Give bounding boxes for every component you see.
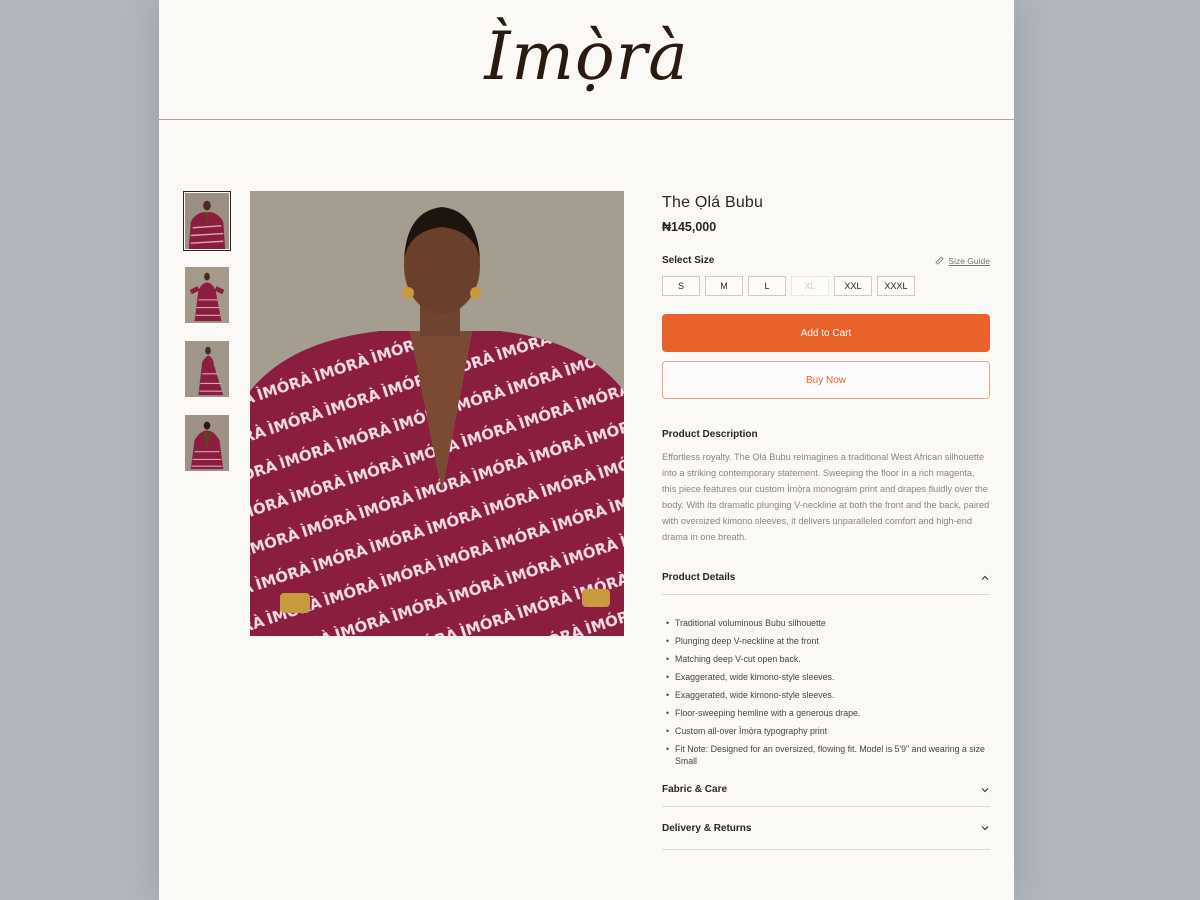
thumbnail-4[interactable]: [183, 413, 231, 473]
size-option-s[interactable]: S: [662, 276, 700, 296]
thumbnail-list: [183, 191, 231, 487]
product-page: Ìmọ̀rà The Ọlá Bubu ₦145,000 Select Size…: [159, 0, 1014, 900]
size-label: Select Size: [662, 255, 715, 266]
fabric-care-toggle[interactable]: Fabric & Care: [662, 773, 990, 807]
delivery-returns-toggle[interactable]: Delivery & Returns: [662, 807, 990, 850]
product-price: ₦145,000: [662, 220, 717, 234]
size-option-xxl[interactable]: XXL: [834, 276, 872, 296]
size-option-xl: XL: [791, 276, 829, 296]
delivery-returns-title: Delivery & Returns: [662, 822, 752, 834]
ruler-icon: [935, 256, 945, 265]
model-back-image: [185, 415, 229, 471]
size-option-xxxl[interactable]: XXXL: [877, 276, 915, 296]
product-title: The Ọlá Bubu: [662, 194, 764, 211]
list-item: Plunging deep V-neckline at the front: [662, 635, 990, 647]
model-side-image: [185, 341, 229, 397]
chevron-up-icon: [981, 575, 989, 580]
model-front-image: [185, 193, 229, 249]
thumbnail-1[interactable]: [183, 191, 231, 251]
thumbnail-2[interactable]: [183, 265, 231, 325]
size-options: S M L XL XXL XXXL: [662, 276, 990, 296]
size-guide-link[interactable]: Size Guide: [935, 256, 990, 266]
size-option-l[interactable]: L: [748, 276, 786, 296]
product-details-toggle[interactable]: Product Details: [662, 561, 990, 595]
product-info: The Ọlá Bubu ₦145,000 Select Size Size G…: [662, 191, 990, 850]
site-header: Ìmọ̀rà: [159, 0, 1014, 120]
model-full-image: [185, 267, 229, 323]
chevron-down-icon: [981, 787, 989, 792]
model-portrait-image: ÌMÓRÀ: [250, 191, 624, 636]
fabric-care-title: Fabric & Care: [662, 784, 728, 795]
buy-now-button[interactable]: Buy Now: [662, 361, 990, 399]
description-text: Effortless royalty. The Ọlá Bubu reimagi…: [662, 452, 990, 542]
size-option-m[interactable]: M: [705, 276, 743, 296]
list-item: Exaggerated, wide kimono-style sleeves.: [662, 689, 990, 701]
product-details-list: Traditional voluminous Bubu silhouette P…: [662, 617, 990, 767]
list-item: Traditional voluminous Bubu silhouette: [662, 617, 990, 629]
description-title: Product Description: [662, 429, 758, 440]
list-item: Floor-sweeping hemline with a generous d…: [662, 707, 990, 719]
list-item: Matching deep V-cut open back.: [662, 653, 990, 665]
add-to-cart-button[interactable]: Add to Cart: [662, 314, 990, 352]
list-item: Exaggerated, wide kimono-style sleeves.: [662, 671, 990, 683]
size-guide-label: Size Guide: [948, 255, 990, 266]
product-details-title: Product Details: [662, 572, 736, 583]
list-item: Custom all-over Ìmọ̀ra typography print: [662, 725, 990, 737]
list-item: Fit Note: Designed for an oversized, flo…: [662, 743, 990, 767]
brand-logo[interactable]: Ìmọ̀rà: [484, 18, 688, 95]
size-header: Select Size Size Guide: [662, 255, 990, 266]
thumbnail-3[interactable]: [183, 339, 231, 399]
chevron-down-icon: [981, 826, 989, 831]
